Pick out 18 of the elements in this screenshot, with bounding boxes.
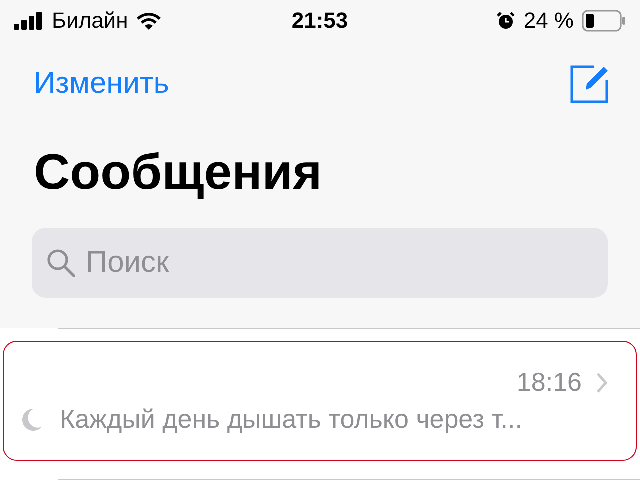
battery-percent: 24 % xyxy=(524,8,574,34)
compose-button[interactable] xyxy=(570,64,610,104)
message-time: 18:16 xyxy=(516,367,582,398)
page-title: Сообщения xyxy=(34,143,324,202)
clock-time: 21:53 xyxy=(292,8,348,34)
compose-icon xyxy=(570,64,610,104)
wifi-icon xyxy=(136,11,162,31)
carrier-name: Билайн xyxy=(52,8,128,34)
message-row[interactable]: 18:16 Каждый день дышать только через т... xyxy=(3,341,637,461)
alarm-icon xyxy=(496,11,516,31)
edit-link[interactable]: Изменить xyxy=(34,67,170,101)
message-preview: Каждый день дышать только через т... xyxy=(60,404,522,435)
search-input[interactable]: Поиск xyxy=(84,245,594,281)
search-icon xyxy=(46,248,76,278)
signal-icon xyxy=(14,12,44,30)
battery-icon xyxy=(582,10,626,32)
search-bar[interactable]: Поиск xyxy=(32,228,608,298)
chevron-icon xyxy=(596,372,608,394)
